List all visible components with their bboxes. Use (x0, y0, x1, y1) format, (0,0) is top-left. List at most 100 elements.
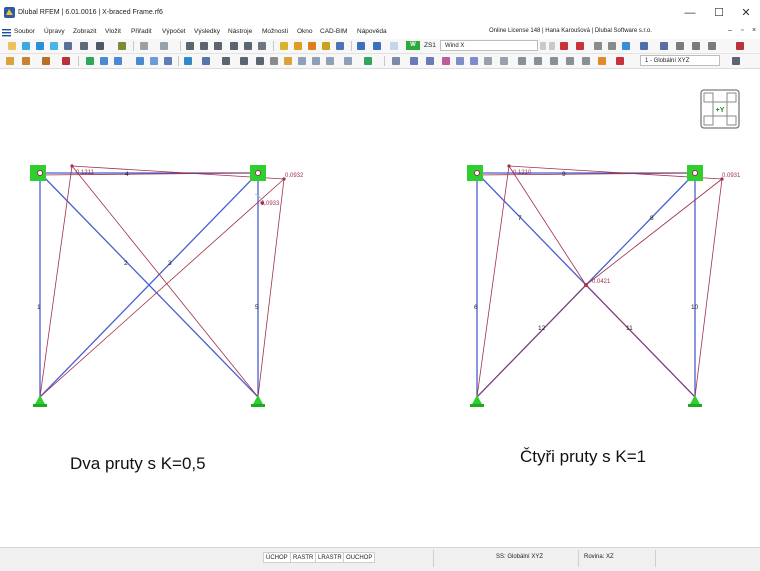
solid-icon[interactable] (470, 57, 478, 65)
model-viewport[interactable]: +Y 1 4 5 2 3 0.1211 0.0932 0.0933 6 9 10… (0, 69, 760, 547)
guide-line-icon[interactable] (312, 57, 320, 65)
node-icon[interactable] (6, 57, 14, 65)
load-icon[interactable] (136, 57, 144, 65)
nodes-display-icon[interactable] (550, 57, 558, 65)
display-icon[interactable] (357, 42, 365, 50)
save-as-icon[interactable] (80, 42, 88, 50)
menu-vypocet[interactable]: Výpočet (162, 28, 186, 35)
mdi-restore-icon[interactable]: ▫ (741, 27, 743, 34)
section-icon[interactable] (114, 57, 122, 65)
report-icon[interactable] (118, 42, 126, 50)
redo-icon[interactable] (160, 42, 168, 50)
coordinate-system-select[interactable]: 1 - Globální XYZ (640, 55, 720, 66)
mdi-minimize-icon[interactable]: – (728, 27, 732, 34)
online-icon[interactable] (36, 42, 44, 50)
clear-results-icon[interactable] (736, 42, 744, 50)
values-icon[interactable] (608, 42, 616, 50)
print-icon[interactable] (96, 42, 104, 50)
window-icon[interactable] (244, 42, 252, 50)
lgrid-button[interactable]: LRASTR (315, 552, 345, 563)
copy-icon[interactable] (222, 57, 230, 65)
dimension-icon[interactable] (284, 57, 292, 65)
section-cut-icon[interactable] (326, 57, 334, 65)
new-file-icon[interactable] (8, 42, 16, 50)
render-icon[interactable] (500, 57, 508, 65)
show-results-icon[interactable] (373, 42, 381, 50)
view-yz-icon[interactable] (426, 57, 434, 65)
mirror-icon[interactable] (240, 57, 248, 65)
labels-icon[interactable] (582, 57, 590, 65)
grid-icon[interactable] (298, 57, 306, 65)
menu-moznosti[interactable]: Možnosti (262, 28, 288, 35)
settings-icon[interactable] (732, 57, 740, 65)
menu-nastroje[interactable]: Nástroje (228, 28, 252, 35)
osnap-button[interactable]: OUCHOP (343, 552, 376, 563)
cloud-icon[interactable] (50, 42, 58, 50)
next-loadcase-icon[interactable] (549, 42, 555, 50)
view-icon[interactable] (230, 42, 238, 50)
check-icon[interactable] (308, 42, 316, 50)
lines-icon[interactable] (518, 57, 526, 65)
axes-icon[interactable] (616, 57, 624, 65)
internal-forces-icon[interactable] (576, 42, 584, 50)
result-display-icon[interactable] (622, 42, 630, 50)
panel-icon[interactable] (214, 42, 222, 50)
hamburger-icon[interactable] (2, 28, 11, 37)
menu-vysledky[interactable]: Výsledky (194, 28, 220, 35)
deformation-icon[interactable] (560, 42, 568, 50)
calculate-icon[interactable] (280, 42, 288, 50)
move-icon[interactable] (184, 57, 192, 65)
menu-soubor[interactable]: Soubor (14, 28, 35, 35)
animation-icon[interactable] (660, 42, 668, 50)
close-button[interactable]: ✕ (732, 4, 760, 22)
member-load-icon[interactable] (150, 57, 158, 65)
minimize-button[interactable]: — (676, 4, 704, 22)
previous-loadcase-icon[interactable] (540, 42, 546, 50)
grid-button[interactable]: RASTR (290, 552, 317, 563)
visibility-icon[interactable] (364, 57, 372, 65)
results-icon[interactable] (294, 42, 302, 50)
transparent-icon[interactable] (484, 57, 492, 65)
surface-icon[interactable] (62, 57, 70, 65)
optimize-icon[interactable] (322, 42, 330, 50)
numbering-icon[interactable] (566, 57, 574, 65)
view-cube[interactable]: +Y (700, 89, 740, 129)
view-iso-icon[interactable] (442, 57, 450, 65)
mdi-close-icon[interactable]: × (752, 27, 756, 34)
support-reactions-icon[interactable] (594, 42, 602, 50)
wireframe-icon[interactable] (456, 57, 464, 65)
menu-zobrazit[interactable]: Zobrazit (73, 28, 96, 35)
member-7[interactable] (476, 172, 587, 286)
menu-upravy[interactable]: Úpravy (44, 28, 65, 35)
menu-vlozit[interactable]: Vložit (105, 28, 121, 35)
save-icon[interactable] (64, 42, 72, 50)
extremes-icon[interactable] (708, 42, 716, 50)
loadcase-select[interactable]: Wind X (440, 40, 538, 51)
members-display-icon[interactable] (534, 57, 542, 65)
toggle-icon[interactable] (390, 42, 398, 50)
member-icon[interactable] (42, 57, 50, 65)
line-icon[interactable] (22, 57, 30, 65)
undo-icon[interactable] (140, 42, 148, 50)
menu-priradit[interactable]: Přiřadit (131, 28, 152, 35)
divide-icon[interactable] (256, 57, 264, 65)
result-filter-icon[interactable] (640, 42, 648, 50)
envelope-icon[interactable] (692, 42, 700, 50)
open-icon[interactable] (22, 42, 30, 50)
load-wizard-icon[interactable] (336, 42, 344, 50)
maximize-button[interactable]: ☐ (705, 4, 733, 22)
menu-napoveda[interactable]: Nápověda (357, 28, 387, 35)
surface-load-icon[interactable] (164, 57, 172, 65)
color-icon[interactable] (598, 57, 606, 65)
hinge-icon[interactable] (100, 57, 108, 65)
layout-icon[interactable] (258, 42, 266, 50)
navigator-icon[interactable] (186, 42, 194, 50)
member-8[interactable] (585, 172, 696, 286)
measure-icon[interactable] (270, 57, 278, 65)
menu-okno[interactable]: Okno (297, 28, 313, 35)
tables-icon[interactable] (200, 42, 208, 50)
scale-icon[interactable] (676, 42, 684, 50)
support-icon[interactable] (86, 57, 94, 65)
clipping-icon[interactable] (344, 57, 352, 65)
menu-cad-bim[interactable]: CAD-BIM (320, 28, 347, 35)
